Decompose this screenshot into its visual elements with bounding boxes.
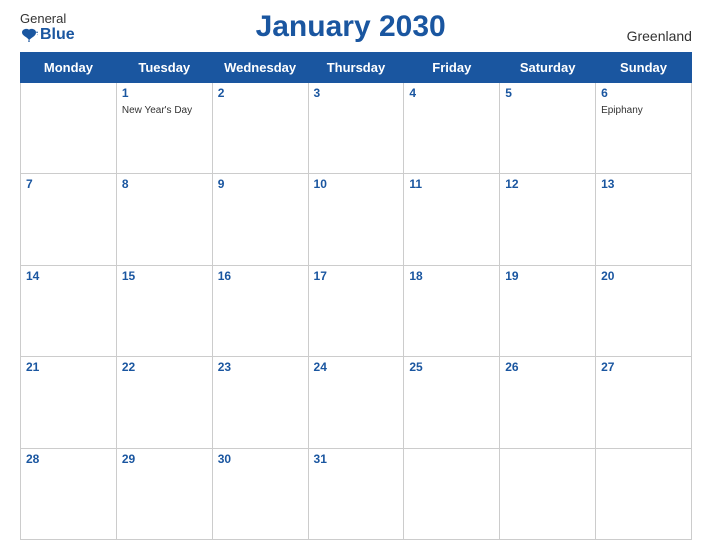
day-number: 4 bbox=[409, 86, 494, 100]
calendar-day-cell bbox=[500, 448, 596, 539]
calendar-day-cell: 6 Epiphany bbox=[596, 83, 692, 174]
calendar-day-cell: 10 bbox=[308, 174, 404, 265]
weekday-header: Friday bbox=[404, 53, 500, 83]
calendar-day-cell: 12 bbox=[500, 174, 596, 265]
calendar-day-cell: 4 bbox=[404, 83, 500, 174]
weekday-header: Monday bbox=[21, 53, 117, 83]
day-number: 8 bbox=[122, 177, 207, 191]
calendar-day-cell: 19 bbox=[500, 265, 596, 356]
calendar-day-cell: 7 bbox=[21, 174, 117, 265]
calendar-day-cell: 1 New Year's Day bbox=[116, 83, 212, 174]
calendar-day-cell: 15 bbox=[116, 265, 212, 356]
day-number: 31 bbox=[314, 452, 399, 466]
calendar-week-row: 21 22 23 24 25 26 27 bbox=[21, 357, 692, 448]
calendar-day-cell: 21 bbox=[21, 357, 117, 448]
logo-bird-icon bbox=[20, 28, 38, 42]
calendar-day-cell bbox=[21, 83, 117, 174]
calendar-table: MondayTuesdayWednesdayThursdayFridaySatu… bbox=[20, 52, 692, 540]
calendar-week-row: 28 29 30 31 bbox=[21, 448, 692, 539]
calendar-day-cell: 9 bbox=[212, 174, 308, 265]
day-number: 30 bbox=[218, 452, 303, 466]
day-number: 3 bbox=[314, 86, 399, 100]
calendar-day-cell: 16 bbox=[212, 265, 308, 356]
calendar-day-cell: 17 bbox=[308, 265, 404, 356]
day-number: 13 bbox=[601, 177, 686, 191]
day-number: 20 bbox=[601, 269, 686, 283]
calendar-day-cell: 3 bbox=[308, 83, 404, 174]
weekday-header: Saturday bbox=[500, 53, 596, 83]
day-number: 11 bbox=[409, 177, 494, 191]
calendar-header: MondayTuesdayWednesdayThursdayFridaySatu… bbox=[21, 53, 692, 83]
day-number: 5 bbox=[505, 86, 590, 100]
day-number: 12 bbox=[505, 177, 590, 191]
page-header: General Blue January 2030 Greenland bbox=[20, 10, 692, 44]
day-number: 29 bbox=[122, 452, 207, 466]
day-number: 25 bbox=[409, 360, 494, 374]
logo-general-text: General bbox=[20, 11, 66, 26]
day-number: 2 bbox=[218, 86, 303, 100]
weekday-row: MondayTuesdayWednesdayThursdayFridaySatu… bbox=[21, 53, 692, 83]
weekday-header: Tuesday bbox=[116, 53, 212, 83]
day-event: Epiphany bbox=[601, 105, 643, 116]
day-number: 18 bbox=[409, 269, 494, 283]
day-number: 17 bbox=[314, 269, 399, 283]
calendar-day-cell: 25 bbox=[404, 357, 500, 448]
calendar-day-cell: 23 bbox=[212, 357, 308, 448]
calendar-week-row: 14 15 16 17 18 19 20 bbox=[21, 265, 692, 356]
day-number: 24 bbox=[314, 360, 399, 374]
calendar-body: 1New Year's Day23456Epiphany789101112131… bbox=[21, 83, 692, 540]
weekday-header: Sunday bbox=[596, 53, 692, 83]
day-number: 1 bbox=[122, 86, 207, 100]
day-number: 16 bbox=[218, 269, 303, 283]
calendar-day-cell: 29 bbox=[116, 448, 212, 539]
day-number: 22 bbox=[122, 360, 207, 374]
calendar-day-cell: 26 bbox=[500, 357, 596, 448]
calendar-week-row: 1 New Year's Day 23456 Epiphany bbox=[21, 83, 692, 174]
calendar-day-cell: 2 bbox=[212, 83, 308, 174]
calendar-day-cell bbox=[404, 448, 500, 539]
calendar-day-cell: 13 bbox=[596, 174, 692, 265]
calendar-title-block: January 2030 bbox=[256, 10, 446, 44]
calendar-day-cell: 8 bbox=[116, 174, 212, 265]
weekday-header: Wednesday bbox=[212, 53, 308, 83]
day-number: 19 bbox=[505, 269, 590, 283]
day-number: 7 bbox=[26, 177, 111, 191]
day-event: New Year's Day bbox=[122, 105, 192, 116]
day-number: 6 bbox=[601, 86, 686, 100]
day-number: 23 bbox=[218, 360, 303, 374]
calendar-day-cell: 22 bbox=[116, 357, 212, 448]
day-number: 15 bbox=[122, 269, 207, 283]
calendar-day-cell: 5 bbox=[500, 83, 596, 174]
day-number: 26 bbox=[505, 360, 590, 374]
day-number: 9 bbox=[218, 177, 303, 191]
calendar-day-cell: 20 bbox=[596, 265, 692, 356]
day-number: 28 bbox=[26, 452, 111, 466]
weekday-header: Thursday bbox=[308, 53, 404, 83]
region-label: Greenland bbox=[627, 28, 692, 44]
calendar-day-cell: 27 bbox=[596, 357, 692, 448]
calendar-day-cell: 14 bbox=[21, 265, 117, 356]
day-number: 27 bbox=[601, 360, 686, 374]
calendar-day-cell: 18 bbox=[404, 265, 500, 356]
day-number: 14 bbox=[26, 269, 111, 283]
logo-blue-text: Blue bbox=[20, 26, 75, 44]
calendar-week-row: 789 10 11 12 13 bbox=[21, 174, 692, 265]
calendar-day-cell bbox=[596, 448, 692, 539]
calendar-day-cell: 30 bbox=[212, 448, 308, 539]
calendar-day-cell: 24 bbox=[308, 357, 404, 448]
calendar-title: January 2030 bbox=[256, 10, 446, 43]
calendar-day-cell: 11 bbox=[404, 174, 500, 265]
day-number: 10 bbox=[314, 177, 399, 191]
logo: General Blue bbox=[20, 11, 75, 44]
calendar-day-cell: 28 bbox=[21, 448, 117, 539]
calendar-day-cell: 31 bbox=[308, 448, 404, 539]
day-number: 21 bbox=[26, 360, 111, 374]
